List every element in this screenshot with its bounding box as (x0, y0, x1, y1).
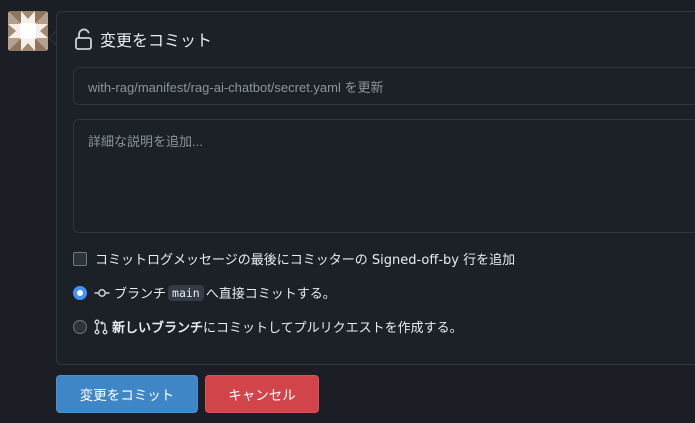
direct-commit-radio[interactable] (73, 285, 87, 300)
commit-header: 変更をコミット (74, 26, 212, 52)
new-branch-bold: 新しいブランチ (112, 321, 204, 336)
new-branch-option[interactable]: 新しいブランチ にコミットしてプルリクエストを作成する。 (73, 317, 463, 336)
direct-commit-option[interactable]: ブランチ main へ直接コミットする。 (73, 283, 336, 302)
signoff-checkbox[interactable] (73, 251, 87, 266)
signoff-label: コミットログメッセージの最後にコミッターの Signed-off-by 行を追加 (95, 253, 516, 268)
commit-summary-input[interactable]: with-rag/manifest/rag-ai-chatbot/secret.… (73, 67, 695, 105)
direct-commit-prefix: ブランチ (114, 287, 167, 302)
commit-description-textarea[interactable]: 詳細な説明を追加... (73, 119, 695, 233)
git-commit-icon (94, 286, 110, 300)
direct-commit-suffix: へ直接コミットする。 (205, 287, 336, 302)
commit-panel: 変更をコミット with-rag/manifest/rag-ai-chatbot… (56, 11, 695, 365)
avatar (8, 11, 48, 51)
git-pull-request-icon (94, 319, 108, 335)
cancel-button[interactable]: キャンセル (205, 375, 319, 413)
new-branch-rest: にコミットしてプルリクエストを作成する。 (203, 321, 463, 336)
new-branch-radio[interactable] (73, 319, 87, 334)
summary-placeholder: with-rag/manifest/rag-ai-chatbot/secret.… (88, 79, 384, 95)
signoff-option[interactable]: コミットログメッセージの最後にコミッターの Signed-off-by 行を追加 (73, 249, 515, 268)
commit-page: 変更をコミット with-rag/manifest/rag-ai-chatbot… (0, 0, 695, 423)
commit-button[interactable]: 変更をコミット (56, 375, 198, 413)
commit-title: 変更をコミット (100, 31, 213, 50)
unlock-icon (74, 28, 94, 50)
branch-name: main (168, 284, 204, 301)
description-placeholder: 詳細な説明を追加... (88, 134, 203, 149)
